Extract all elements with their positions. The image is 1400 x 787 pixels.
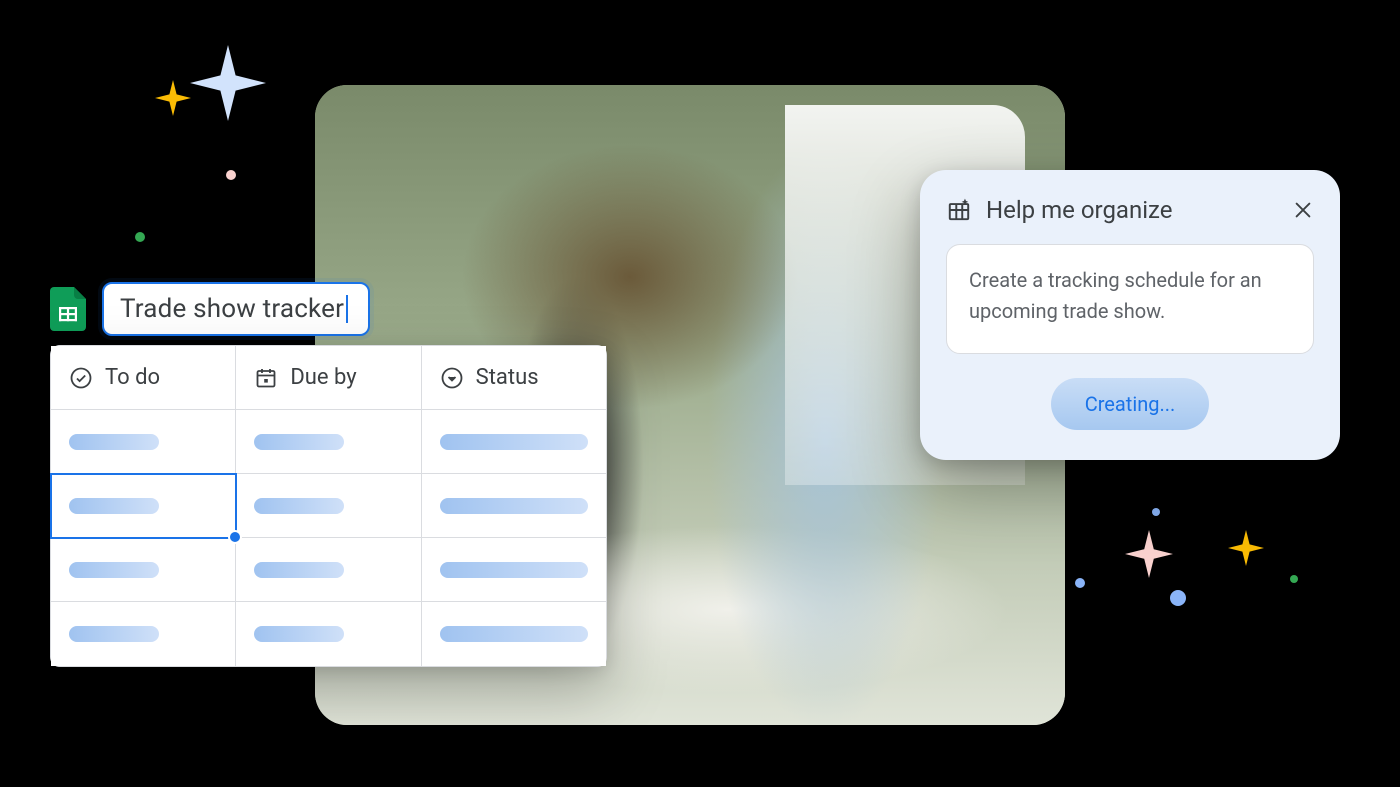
table-header-row: To do Due by Status [51,346,606,410]
table-row [51,410,606,474]
sparkle-icon [155,80,191,116]
table-row [51,602,606,666]
panel-title: Help me organize [986,196,1278,224]
dot-decoration [1152,508,1160,516]
spreadsheet-preview: To do Due by Status [50,345,607,667]
dot-decoration [1170,590,1186,606]
dot-decoration [226,170,236,180]
column-label: Due by [290,365,356,390]
placeholder-pill [69,498,159,514]
help-me-organize-panel: Help me organize Create a tracking sched… [920,170,1340,460]
column-header-todo[interactable]: To do [51,346,236,410]
placeholder-pill [254,562,344,578]
sparkle-icon [190,45,266,121]
close-button[interactable] [1292,199,1314,221]
table-cell[interactable] [51,474,236,538]
table-cell[interactable] [236,602,421,666]
check-circle-icon [69,366,93,390]
table-cell[interactable] [236,538,421,602]
table-cell[interactable] [51,410,236,474]
text-cursor [346,295,348,323]
placeholder-pill [254,434,344,450]
placeholder-pill [440,562,588,578]
table-cell[interactable] [422,538,606,602]
prompt-input[interactable]: Create a tracking schedule for an upcomi… [946,244,1314,354]
table-cell[interactable] [422,474,606,538]
column-header-dueby[interactable]: Due by [236,346,421,410]
placeholder-pill [440,626,588,642]
document-title-text: Trade show tracker [120,294,344,324]
placeholder-pill [254,626,344,642]
table-cell[interactable] [236,410,421,474]
table-cell[interactable] [51,602,236,666]
placeholder-pill [69,626,159,642]
google-sheets-icon [50,287,86,331]
help-me-organize-icon [946,197,972,223]
column-label: To do [105,365,160,390]
table-cell[interactable] [236,474,421,538]
placeholder-pill [69,434,159,450]
column-header-status[interactable]: Status [422,346,606,410]
table-cell[interactable] [51,538,236,602]
placeholder-pill [69,562,159,578]
table-cell[interactable] [422,602,606,666]
column-label: Status [476,365,539,390]
dot-decoration [135,232,145,242]
dropdown-icon [440,366,464,390]
document-title-input[interactable]: Trade show tracker [102,282,370,336]
create-button[interactable]: Creating... [1051,378,1210,430]
table-row [51,474,606,538]
dot-decoration [1075,578,1085,588]
sparkle-icon [1125,530,1173,578]
dot-decoration [1290,575,1298,583]
placeholder-pill [254,498,344,514]
placeholder-pill [440,434,588,450]
placeholder-pill [440,498,588,514]
table-row [51,538,606,602]
sparkle-icon [1228,530,1264,566]
calendar-icon [254,366,278,390]
table-cell[interactable] [422,410,606,474]
